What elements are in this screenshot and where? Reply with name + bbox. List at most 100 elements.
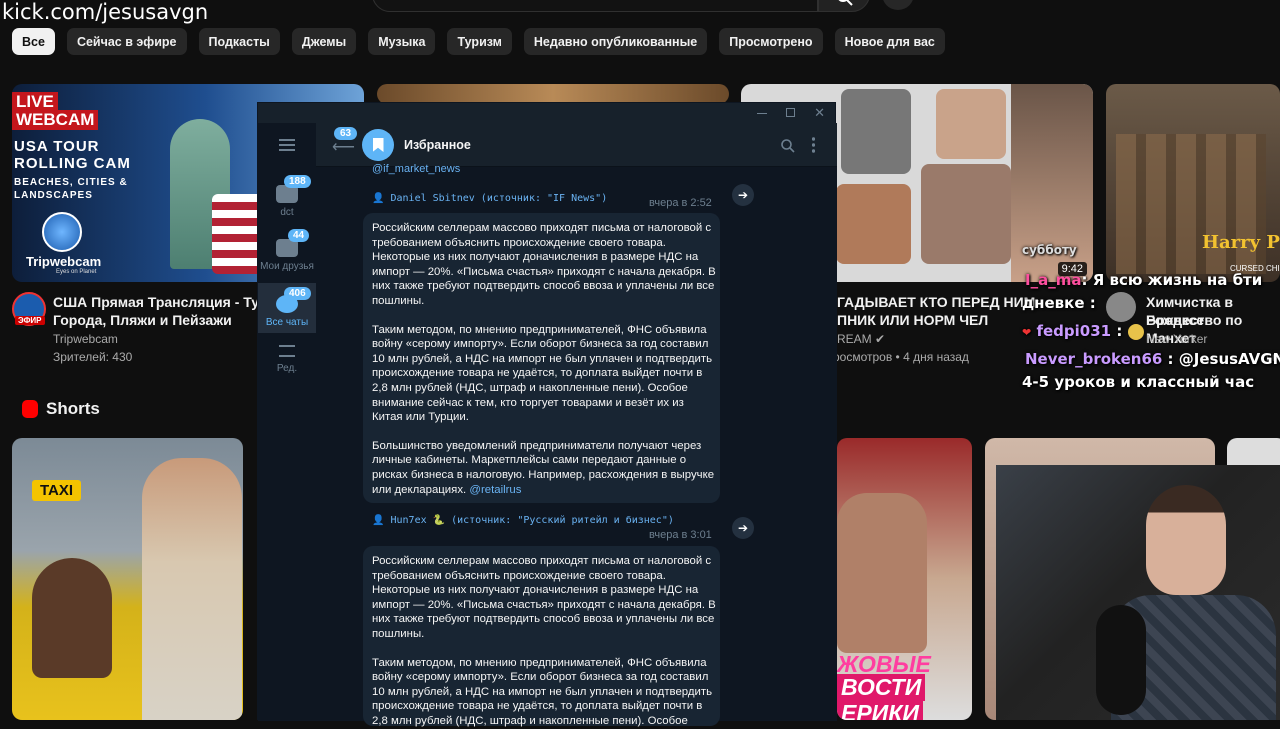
- face-image: [836, 184, 911, 264]
- thumb-tour-label: USA TOUR: [14, 138, 100, 155]
- folder-edit[interactable]: Ред.: [258, 345, 316, 385]
- chat-message: 4-5 уроков и классный час: [1022, 373, 1255, 391]
- sliders-icon: [279, 345, 295, 357]
- folder-dct[interactable]: dct 188: [258, 175, 316, 231]
- microphone: [1096, 605, 1146, 715]
- heart-icon: ❤: [1022, 326, 1032, 339]
- search-icon[interactable]: [780, 138, 796, 154]
- forward-source[interactable]: Hun7ex 🐍 (источник: "Русский ритейл и би…: [390, 515, 673, 526]
- chip-watched[interactable]: Просмотрено: [719, 28, 823, 55]
- maximize-button[interactable]: [786, 108, 795, 117]
- unread-badge: 44: [288, 229, 310, 242]
- filter-chips: Все Сейчас в эфире Подкасты Джемы Музыка…: [12, 28, 945, 55]
- folder-all-chats[interactable]: Все чаты 406: [258, 283, 316, 333]
- short-news-text2: ВОСТИ: [837, 674, 926, 701]
- short-thumbnail-taxi[interactable]: TAXI: [12, 438, 243, 720]
- taxi-sign: TAXI: [32, 480, 82, 501]
- chat-username: fedpi031: [1036, 322, 1112, 340]
- chip-new[interactable]: Новое для вас: [834, 28, 945, 55]
- minimize-button[interactable]: [757, 113, 767, 114]
- window-titlebar: ✕: [258, 103, 835, 123]
- message-paragraph: Российским селлерам массово приходят пис…: [372, 222, 716, 307]
- video-title-line1[interactable]: ГАДЫВАЕТ КТО ПЕРЕД НИМ:: [837, 293, 1040, 311]
- video-title-line2[interactable]: ПНИК ИЛИ НОРМ ЧЕЛ: [837, 311, 988, 329]
- video-title-line2[interactable]: Города, Пляжи и Пейзажи: [53, 311, 232, 329]
- forward-header: 👤 Hun7ex 🐍 (источник: "Русский ритейл и …: [372, 515, 674, 526]
- thumb-beaches-label: BEACHES, CITIES &: [14, 177, 128, 188]
- short-news-text3: ЕРИКИ: [837, 700, 923, 720]
- message-time: вчера в 3:01: [649, 529, 712, 541]
- chat-line-fragment: субботу: [1022, 243, 1077, 257]
- chat-message: дневке :: [1022, 294, 1096, 312]
- forward-source[interactable]: Daniel Sbitnev (источник: "IF News"): [390, 193, 607, 204]
- search-input[interactable]: [372, 0, 818, 12]
- thumb-landscapes-label: LANDSCAPES: [14, 190, 93, 201]
- video-viewers: Зрителей: 430: [53, 350, 133, 364]
- channel-avatar-newyorker[interactable]: [1106, 292, 1136, 322]
- live-badge: ЭФИР: [15, 316, 45, 325]
- face-image: [921, 164, 1011, 264]
- chip-live[interactable]: Сейчас в эфире: [66, 28, 187, 55]
- message-text: Российским селлерам массово приходят пис…: [372, 554, 717, 729]
- thumb-webcam-label: WEBCAM: [12, 110, 99, 130]
- video-title-line1[interactable]: США Прямая Трансляция - Тур |: [53, 293, 275, 311]
- shorts-heading: Shorts: [46, 399, 100, 418]
- more-options-icon[interactable]: [812, 136, 815, 154]
- message-paragraph: Таким методом, по мнению предпринимателе…: [372, 656, 713, 727]
- saved-messages-avatar[interactable]: [362, 129, 394, 161]
- forward-share-button[interactable]: ➔: [732, 184, 754, 206]
- close-button[interactable]: ✕: [814, 105, 825, 121]
- person-image: [32, 558, 112, 678]
- thumb-live-label: LIVE: [12, 92, 58, 112]
- unread-counter: 63: [334, 127, 358, 140]
- back-icon[interactable]: ⟵: [332, 137, 355, 157]
- verified-icon: ✔: [875, 332, 886, 346]
- message-text: Российским селлерам массово приходят пис…: [372, 221, 717, 497]
- globe-icon: [42, 212, 82, 252]
- folder-label: Все чаты: [265, 317, 309, 328]
- search-button[interactable]: [818, 0, 870, 12]
- video-channel[interactable]: Tripwebcam: [53, 331, 118, 348]
- chat-header: ⟵ 63 Избранное: [316, 123, 837, 167]
- video-channel[interactable]: New Yorker: [1146, 331, 1207, 348]
- person-image: [837, 493, 927, 653]
- forward-header: 👤 Daniel Sbitnev (источник: "IF News"): [372, 193, 607, 204]
- thumb-hp-title: Harry Potter: [1202, 232, 1280, 253]
- chat-message: I_a_ma: Я всю жизнь на бти: [1025, 271, 1262, 289]
- chip-music[interactable]: Музыка: [368, 28, 436, 55]
- streamer-head: [1146, 485, 1226, 595]
- chat-text: : Я всю жизнь на бти: [1081, 271, 1263, 289]
- folder-sidebar: dct 188 Мои друзья 44 Все чаты 406 Ред.: [258, 123, 316, 721]
- video-thumbnail-harry-potter[interactable]: Harry Potter CURSED CHILD: [1106, 84, 1280, 282]
- chip-recent[interactable]: Недавно опубликованные: [523, 28, 708, 55]
- mic-button[interactable]: [882, 0, 914, 10]
- chat-title: Избранное: [404, 138, 471, 152]
- folder-label: Ред.: [276, 363, 298, 374]
- short-thumbnail-news[interactable]: ЖОВЫЕ ВОСТИ ЕРИКИ: [837, 438, 972, 720]
- folder-label: Мои друзья: [260, 261, 314, 272]
- chat-text: : @JesusAVGN: [1162, 350, 1280, 368]
- video-thumbnail-2[interactable]: [377, 84, 729, 104]
- chat-username: I_a_ma: [1025, 271, 1082, 289]
- chat-username: Never_broken66: [1025, 350, 1163, 368]
- chip-tourism[interactable]: Туризм: [447, 28, 512, 55]
- chip-jams[interactable]: Джемы: [291, 28, 357, 55]
- message-time: вчера в 2:52: [649, 197, 712, 209]
- forward-share-button[interactable]: ➔: [732, 517, 754, 539]
- menu-icon[interactable]: [279, 139, 295, 151]
- person-image: [142, 458, 242, 720]
- face-image: [936, 89, 1006, 159]
- chip-all[interactable]: Все: [12, 28, 55, 55]
- user-icon: 👤: [372, 515, 385, 526]
- message-link[interactable]: @if_market_news: [372, 163, 460, 175]
- chip-podcasts[interactable]: Подкасты: [198, 28, 280, 55]
- stream-url-overlay: kick.com/jesusavgn: [2, 0, 209, 24]
- video-channel[interactable]: REAM ✔: [837, 331, 885, 348]
- retailrus-link[interactable]: @retailrus: [469, 484, 521, 496]
- emote-icon: [1127, 323, 1144, 340]
- chat-text: :: [1111, 322, 1123, 340]
- message-paragraph: Российским селлерам массово приходят пис…: [372, 555, 716, 640]
- building-image: [1116, 134, 1266, 274]
- streamer-webcam: [996, 465, 1280, 720]
- folder-friends[interactable]: Мои друзья 44: [258, 229, 316, 285]
